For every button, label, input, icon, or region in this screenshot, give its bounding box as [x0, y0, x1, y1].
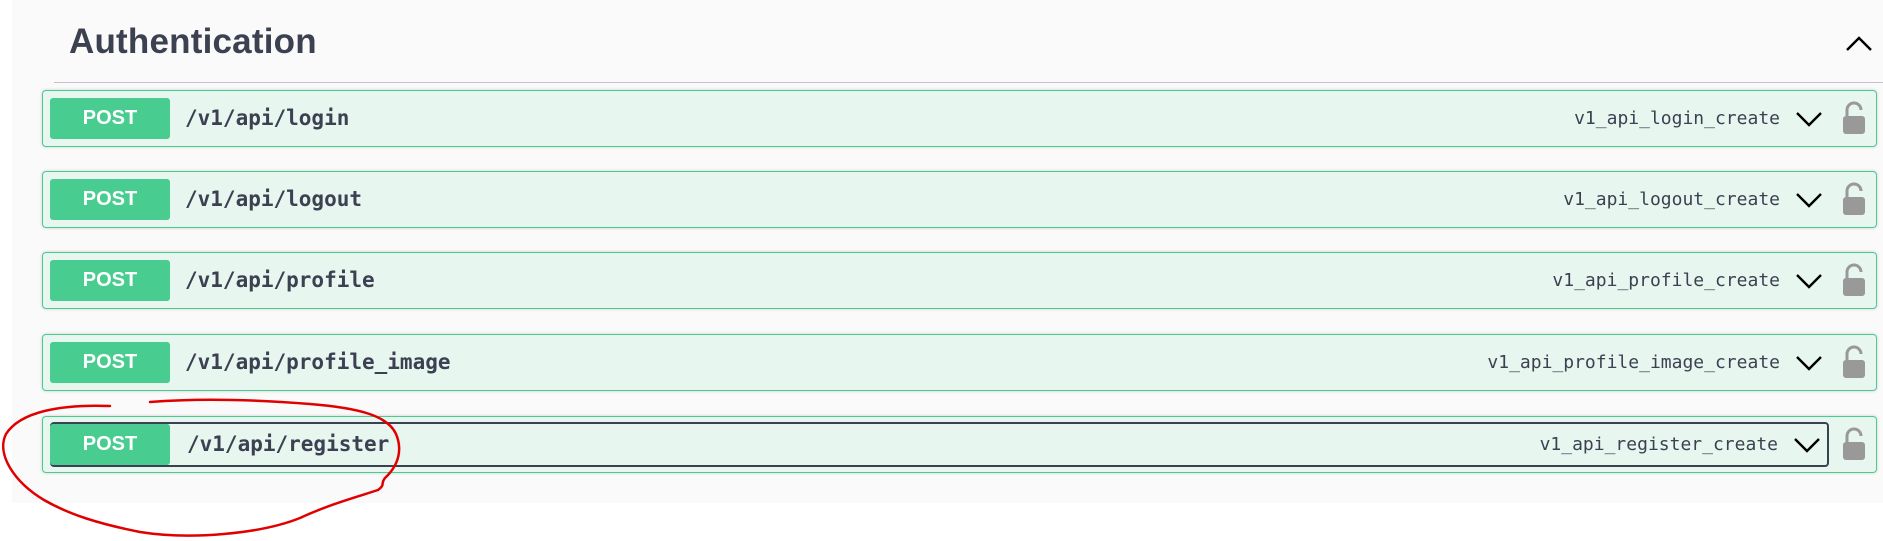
- lock-icon[interactable]: [1842, 263, 1866, 297]
- opblock-summary[interactable]: POST /v1/api/login v1_api_login_create: [50, 98, 1829, 139]
- opblock-summary[interactable]: POST /v1/api/profile_image v1_api_profil…: [50, 342, 1829, 383]
- endpoint-path: /v1/api/login: [185, 106, 350, 130]
- lock-icon[interactable]: [1842, 101, 1866, 135]
- method-badge: POST: [50, 179, 170, 220]
- chevron-down-icon[interactable]: [1795, 350, 1823, 374]
- method-badge: POST: [50, 98, 170, 139]
- method-badge: POST: [50, 260, 170, 301]
- tag-title: Authentication: [69, 22, 317, 61]
- opblock-summary[interactable]: POST /v1/api/profile v1_api_profile_crea…: [50, 260, 1829, 301]
- lock-icon[interactable]: [1842, 427, 1866, 461]
- method-badge: POST: [50, 424, 170, 465]
- lock-icon[interactable]: [1842, 345, 1866, 379]
- operation-id: v1_api_profile_image_create: [1487, 352, 1780, 373]
- chevron-down-icon[interactable]: [1795, 268, 1823, 292]
- opblock-summary-focused[interactable]: POST /v1/api/register v1_api_register_cr…: [50, 422, 1829, 467]
- opblock-login[interactable]: POST /v1/api/login v1_api_login_create: [42, 90, 1877, 147]
- endpoint-path: /v1/api/profile_image: [185, 350, 451, 374]
- tag-header[interactable]: Authentication: [54, 0, 1883, 83]
- operation-id: v1_api_logout_create: [1563, 189, 1780, 210]
- opblock-summary[interactable]: POST /v1/api/logout v1_api_logout_create: [50, 179, 1829, 220]
- opblock-profile-image[interactable]: POST /v1/api/profile_image v1_api_profil…: [42, 334, 1877, 391]
- endpoint-path: /v1/api/logout: [185, 187, 363, 211]
- endpoint-path: /v1/api/profile: [185, 268, 375, 292]
- lock-icon[interactable]: [1842, 182, 1866, 216]
- chevron-down-icon[interactable]: [1795, 187, 1823, 211]
- opblock-register[interactable]: POST /v1/api/register v1_api_register_cr…: [42, 416, 1877, 473]
- operation-id: v1_api_login_create: [1574, 108, 1780, 129]
- opblock-profile[interactable]: POST /v1/api/profile v1_api_profile_crea…: [42, 252, 1877, 309]
- chevron-down-icon[interactable]: [1793, 432, 1821, 456]
- method-badge: POST: [50, 342, 170, 383]
- operation-id: v1_api_register_create: [1539, 434, 1778, 455]
- operation-id: v1_api_profile_create: [1552, 270, 1780, 291]
- chevron-down-icon[interactable]: [1795, 106, 1823, 130]
- chevron-up-icon[interactable]: [1839, 26, 1879, 62]
- endpoint-path: /v1/api/register: [187, 432, 390, 456]
- opblock-logout[interactable]: POST /v1/api/logout v1_api_logout_create: [42, 171, 1877, 228]
